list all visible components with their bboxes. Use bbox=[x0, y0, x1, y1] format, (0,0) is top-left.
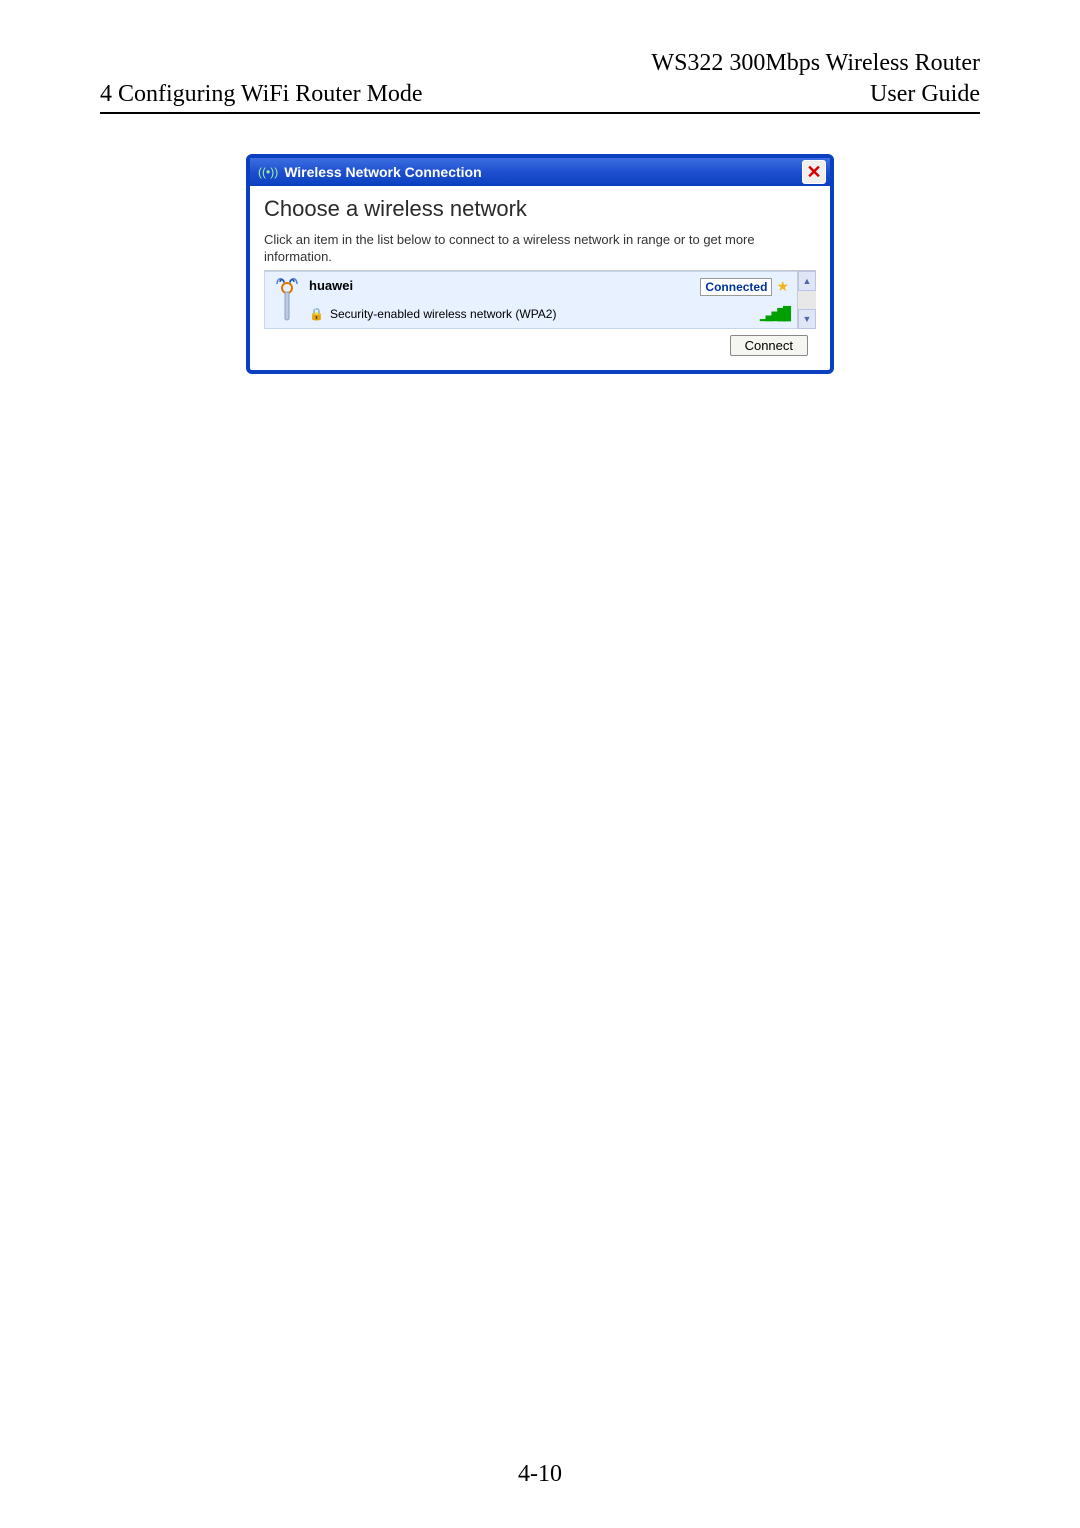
connect-button[interactable]: Connect bbox=[730, 335, 808, 356]
dialog-heading: Choose a wireless network bbox=[264, 196, 816, 222]
close-button[interactable]: ✕ bbox=[802, 160, 826, 184]
star-icon: ★ bbox=[776, 278, 789, 295]
signal-icon: ▁▃▅▇█ bbox=[760, 307, 789, 322]
antenna-icon bbox=[273, 278, 301, 322]
network-item[interactable]: huawei 🔒 Security-enabled wireless netwo… bbox=[264, 271, 798, 329]
lock-icon: 🔒 bbox=[309, 307, 324, 321]
dialog-subtext: Click an item in the list below to conne… bbox=[264, 232, 816, 266]
close-icon: ✕ bbox=[806, 163, 821, 181]
scroll-down-button[interactable]: ▼ bbox=[798, 309, 816, 329]
wireless-dialog: ((•)) Wireless Network Connection ✕ Choo… bbox=[246, 154, 834, 374]
wireless-icon: ((•)) bbox=[258, 166, 278, 178]
section-title: 4 Configuring WiFi Router Mode bbox=[100, 81, 423, 108]
scroll-up-button[interactable]: ▲ bbox=[798, 271, 816, 291]
network-security: Security-enabled wireless network (WPA2) bbox=[330, 307, 557, 321]
scrollbar[interactable]: ▲ ▼ bbox=[797, 271, 816, 329]
product-name: WS322 300Mbps Wireless Router bbox=[100, 50, 980, 77]
dialog-title: Wireless Network Connection bbox=[284, 164, 796, 180]
page-number: 4-10 bbox=[0, 1461, 1080, 1488]
network-name: huawei bbox=[309, 278, 692, 293]
doc-type: User Guide bbox=[870, 81, 980, 108]
status-badge: Connected bbox=[700, 278, 772, 296]
titlebar: ((•)) Wireless Network Connection ✕ bbox=[250, 158, 830, 186]
